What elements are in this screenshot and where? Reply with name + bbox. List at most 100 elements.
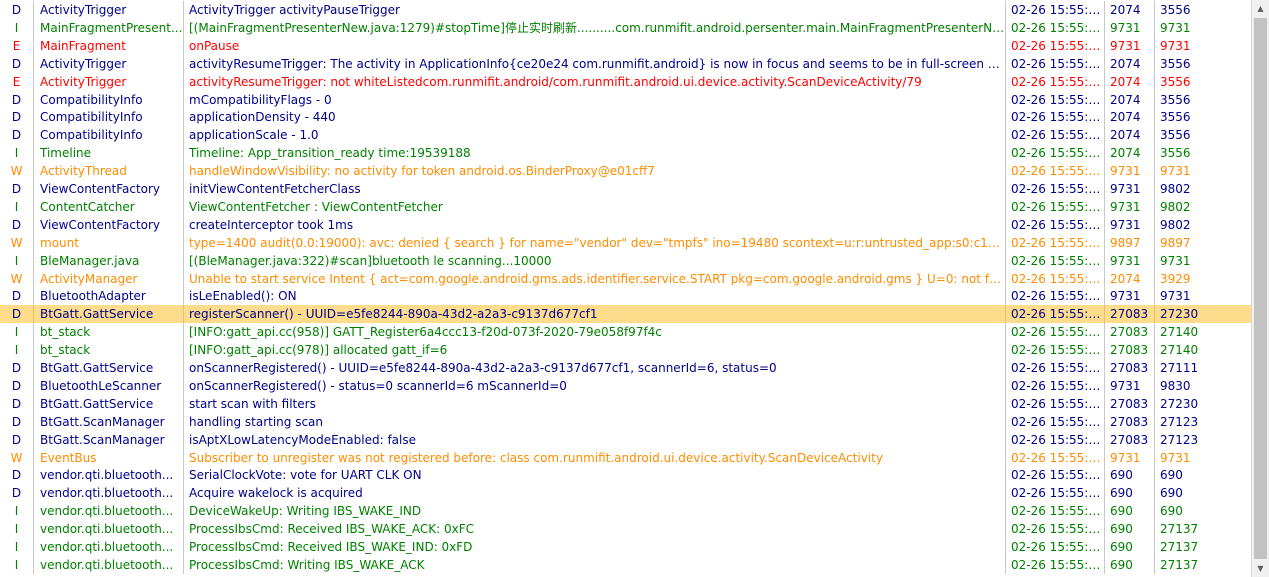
- log-row[interactable]: D BtGatt.GattService start scan with filte…: [0, 394, 1251, 413]
- log-message: ViewContentFetcher : ViewContentFetcher: [183, 197, 1005, 216]
- log-row[interactable]: D BtGatt.ScanManager isAptXLowLatencyModeE…: [0, 430, 1251, 449]
- log-message: mCompatibilityFlags - 0: [183, 90, 1005, 109]
- log-tag: BluetoothLeScanner: [33, 376, 183, 395]
- log-time: 02-26 15:55:5...: [1005, 108, 1104, 127]
- log-tid: 690: [1154, 484, 1251, 503]
- log-message: applicationDensity - 440: [183, 108, 1005, 127]
- log-level: D: [11, 468, 22, 483]
- log-row[interactable]: D CompatibilityInfo mCompatibilityFlags - …: [0, 90, 1251, 109]
- log-message: handleWindowVisibility: no activity for …: [183, 162, 1005, 181]
- log-time: 02-26 15:55:5...: [1005, 538, 1104, 556]
- log-row[interactable]: Ivendor.qti.bluetooth... ProcessIbsCmd: R…: [0, 538, 1251, 556]
- log-tid: 9731: [1154, 162, 1251, 181]
- log-row[interactable]: I MainFragmentPresent... [(MainFragmentPre…: [0, 18, 1251, 37]
- log-row[interactable]: D ActivityTrigger ActivityTrigger activity…: [0, 1, 1251, 19]
- log-level: D: [11, 396, 22, 411]
- log-message: ProcessIbsCmd: Writing IBS_WAKE_ACK: [183, 555, 1005, 574]
- log-tag: vendor.qti.bluetooth...: [33, 466, 183, 485]
- log-message: DeviceWakeUp: Writing IBS_WAKE_IND: [183, 502, 1005, 521]
- log-tag: MainFragmentPresent...: [33, 18, 183, 37]
- log-pid: 2074: [1104, 1, 1154, 19]
- log-row[interactable]: D ActivityTrigger activityResumeTrigger: T…: [0, 54, 1251, 73]
- log-row[interactable]: I ContentCatcher ViewContentFetcher : View…: [0, 197, 1251, 216]
- log-row[interactable]: W ActivityThread handleWindowVisibility: n…: [0, 162, 1251, 181]
- log-pid: 9731: [1104, 18, 1154, 37]
- log-row[interactable]: I Timeline Timeline: App_transition_ready …: [0, 144, 1251, 163]
- log-level: I: [14, 540, 19, 554]
- log-row[interactable]: Wmount type=1400 audit(0.0:19000): avc: d…: [0, 233, 1251, 252]
- log-tag: mount: [33, 233, 183, 252]
- log-level: D: [11, 56, 22, 71]
- log-tid: 3556: [1154, 54, 1251, 73]
- log-message: [INFO:gatt_api.cc(958)] GATT_Register6a4…: [183, 323, 1005, 342]
- log-tag: BtGatt.ScanManager: [33, 412, 183, 431]
- log-table: D ActivityTrigger ActivityTrigger activity…: [0, 0, 1251, 577]
- log-tid: 9731: [1154, 287, 1251, 306]
- log-row[interactable]: D CompatibilityInfo applicationScale - 1.0…: [0, 126, 1251, 145]
- log-pid: 27083: [1104, 394, 1154, 413]
- log-time: 02-26 15:55:5...: [1005, 72, 1104, 91]
- log-tid: 9802: [1154, 215, 1251, 234]
- scrollbar-thumb[interactable]: [1254, 18, 1267, 559]
- log-row[interactable]: E ActivityTrigger activityResumeTrigger: n…: [0, 72, 1251, 91]
- log-row[interactable]: D BtGatt.GattService onScannerRegistered()…: [0, 359, 1251, 377]
- log-row[interactable]: D CompatibilityInfo applicationDensity - 4…: [0, 108, 1251, 127]
- log-row[interactable]: Ivendor.qti.bluetooth... ProcessIbsCmd: W…: [0, 555, 1251, 574]
- log-tid: 9731: [1154, 448, 1251, 467]
- log-row[interactable]: D ViewContentFactory initViewContentFetche…: [0, 180, 1251, 198]
- log-tag: CompatibilityInfo: [33, 90, 183, 109]
- log-tid: 27111: [1154, 359, 1251, 377]
- log-tag: BtGatt.ScanManager: [33, 430, 183, 449]
- log-level: D: [11, 361, 22, 375]
- log-level: W: [10, 450, 23, 465]
- log-pid: 690: [1104, 555, 1154, 574]
- log-message: activityResumeTrigger: not whiteListedco…: [183, 72, 1005, 91]
- log-row[interactable]: Ibt_stack [INFO:gatt_api.cc(978)] allocat…: [0, 341, 1251, 360]
- log-message: start scan with filters: [183, 394, 1005, 413]
- log-time: 02-26 15:55:5...: [1005, 269, 1104, 288]
- log-pid: 690: [1104, 484, 1154, 503]
- log-row-selected[interactable]: D BtGatt.GattService registerScanner() - U…: [0, 305, 1251, 324]
- log-pid: 27083: [1104, 412, 1154, 431]
- log-message: ProcessIbsCmd: Received IBS_WAKE_ACK: 0x…: [183, 520, 1005, 539]
- scroll-down-arrow-icon[interactable]: ▼: [1252, 560, 1269, 577]
- log-tid: 27230: [1154, 394, 1251, 413]
- log-time: 02-26 15:55:5...: [1005, 90, 1104, 109]
- log-row[interactable]: D BluetoothLeScanner onScannerRegistered()…: [0, 376, 1251, 395]
- log-tag: BtGatt.GattService: [33, 359, 183, 377]
- log-time: 02-26 15:55:5...: [1005, 305, 1104, 324]
- log-tag: CompatibilityInfo: [33, 126, 183, 145]
- log-level: I: [14, 253, 19, 268]
- scroll-up-arrow-icon[interactable]: ▲: [1252, 0, 1269, 17]
- log-level: I: [14, 20, 19, 35]
- log-row[interactable]: I BleManager.java [(BleManager.java:322)#s…: [0, 251, 1251, 270]
- log-row[interactable]: Ivendor.qti.bluetooth... DeviceWakeUp: Wr…: [0, 502, 1251, 521]
- log-row[interactable]: W EventBus Subscriber to unregister was no…: [0, 448, 1251, 467]
- log-row[interactable]: Dvendor.qti.bluetooth... SerialClockVote:…: [0, 466, 1251, 485]
- log-tid: 3929: [1154, 269, 1251, 288]
- log-level: D: [11, 307, 22, 322]
- log-tag: ActivityManager: [33, 269, 183, 288]
- vertical-scrollbar[interactable]: ▲ ▼: [1251, 0, 1269, 577]
- log-tag: vendor.qti.bluetooth...: [33, 484, 183, 503]
- log-row[interactable]: E MainFragment onPause 02-26 15:55:5... 9731…: [0, 36, 1251, 55]
- log-row[interactable]: W ActivityManager Unable to start service …: [0, 269, 1251, 288]
- log-tid: 3556: [1154, 144, 1251, 163]
- log-tag: ActivityTrigger: [33, 72, 183, 91]
- log-row[interactable]: D ViewContentFactory createInterceptor too…: [0, 215, 1251, 234]
- log-row[interactable]: D BluetoothAdapter isLeEnabled(): ON 02-26 …: [0, 287, 1251, 306]
- log-level: D: [11, 128, 22, 143]
- log-message: registerScanner() - UUID=e5fe8244-890a-4…: [183, 305, 1005, 324]
- log-message: Unable to start service Intent { act=com…: [183, 269, 1005, 288]
- log-message: onScannerRegistered() - UUID=e5fe8244-89…: [183, 359, 1005, 377]
- log-row[interactable]: Ibt_stack [INFO:gatt_api.cc(958)] GATT_Re…: [0, 323, 1251, 342]
- log-message: isAptXLowLatencyModeEnabled: false: [183, 430, 1005, 449]
- log-row[interactable]: Dvendor.qti.bluetooth... Acquire wakelock…: [0, 484, 1251, 503]
- log-message: Timeline: App_transition_ready time:1953…: [183, 144, 1005, 163]
- log-message: Subscriber to unregister was not registe…: [183, 448, 1005, 467]
- log-tid: 9731: [1154, 36, 1251, 55]
- log-tid: 3556: [1154, 90, 1251, 109]
- log-row[interactable]: D BtGatt.ScanManager handling starting sca…: [0, 412, 1251, 431]
- log-tid: 27140: [1154, 323, 1251, 342]
- log-row[interactable]: Ivendor.qti.bluetooth... ProcessIbsCmd: R…: [0, 520, 1251, 539]
